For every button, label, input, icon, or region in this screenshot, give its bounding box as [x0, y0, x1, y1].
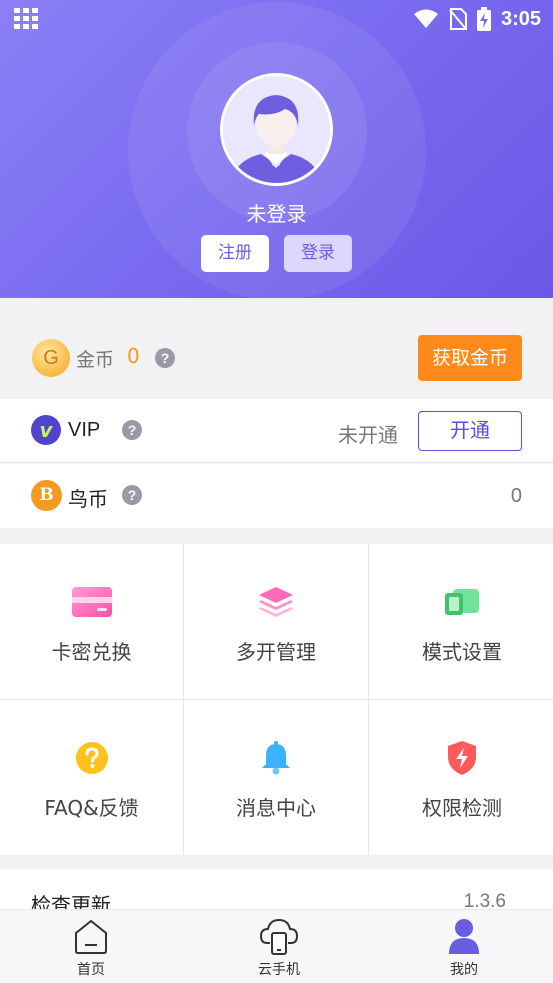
vip-row: v VIP ? 未开通 开通 — [0, 399, 553, 463]
nav-label-home: 首页 — [77, 962, 105, 978]
bird-coin-label: 鸟币 — [68, 487, 108, 511]
nav-item-mine[interactable]: 我的 — [409, 910, 519, 983]
nav-label-cloud-phone: 云手机 — [258, 962, 300, 978]
bottom-nav: 首页 云手机 我的 — [0, 909, 553, 983]
grid-item-label: 多开管理 — [236, 640, 316, 664]
shield-icon — [440, 740, 484, 776]
coin-card: G 金币 0 ? 获取金币 — [15, 317, 538, 399]
cloud-phone-icon — [259, 918, 299, 955]
nav-item-home[interactable]: 首页 — [36, 910, 146, 983]
user-icon — [449, 919, 479, 954]
mode-icon — [440, 584, 484, 620]
wifi-icon — [413, 9, 438, 28]
bird-coin-help-icon[interactable]: ? — [122, 485, 142, 505]
grid-item-label: FAQ&反馈 — [44, 796, 139, 820]
login-button[interactable]: 登录 — [284, 235, 352, 272]
coin-value: 0 — [127, 344, 140, 368]
status-bar: 3:05 — [0, 0, 553, 38]
grid-item-label: 消息中心 — [236, 796, 316, 820]
vip-status: 未开通 — [338, 423, 398, 447]
register-button[interactable]: 注册 — [201, 235, 269, 272]
nav-label-mine: 我的 — [450, 962, 478, 978]
grid-item-multi-open[interactable]: 多开管理 — [184, 544, 368, 699]
feature-grid: 卡密兑换 多开管理 模式设置 FAQ&反馈 消息中心 权限检测 — [0, 544, 553, 855]
bird-coin-row: B 鸟币 ? 0 — [0, 464, 553, 528]
avatar[interactable] — [220, 73, 333, 186]
vip-label: VIP — [68, 419, 101, 441]
faq-icon — [70, 740, 114, 776]
vip-activate-button[interactable]: 开通 — [418, 411, 522, 451]
status-time: 3:05 — [500, 7, 541, 30]
coin-label: 金币 — [76, 349, 115, 371]
grid-item-label: 权限检测 — [422, 796, 502, 820]
vip-badge-icon: v — [31, 415, 61, 445]
grid-item-card-redeem[interactable]: 卡密兑换 — [0, 544, 183, 699]
layers-icon — [254, 584, 298, 620]
no-sim-icon — [449, 8, 467, 30]
default-avatar-icon — [223, 76, 330, 183]
grid-item-permission-check[interactable]: 权限检测 — [369, 700, 553, 855]
get-coins-button[interactable]: 获取金币 — [418, 335, 522, 381]
vip-help-icon[interactable]: ? — [122, 420, 142, 440]
coin-help-icon[interactable]: ? — [155, 348, 175, 368]
grid-item-message-center[interactable]: 消息中心 — [184, 700, 368, 855]
bell-icon — [254, 740, 298, 776]
grid-item-label: 模式设置 — [422, 640, 502, 664]
grid-item-label: 卡密兑换 — [51, 640, 132, 664]
profile-header: 3:05 未登录 注册 登录 — [0, 0, 553, 298]
nav-item-cloud-phone[interactable]: 云手机 — [224, 910, 334, 983]
grid-item-mode-settings[interactable]: 模式设置 — [369, 544, 553, 699]
status-bar-right: 3:05 — [413, 6, 541, 32]
app-grid-icon — [14, 8, 38, 29]
home-icon — [75, 919, 107, 954]
grid-item-faq[interactable]: FAQ&反馈 — [0, 700, 183, 855]
gold-coin-icon: G — [32, 339, 70, 377]
bird-coin-icon: B — [31, 480, 62, 511]
battery-charging-icon — [476, 7, 491, 31]
login-state-text: 未登录 — [246, 202, 307, 226]
card-icon — [70, 584, 114, 620]
bird-coin-value: 0 — [510, 485, 522, 507]
